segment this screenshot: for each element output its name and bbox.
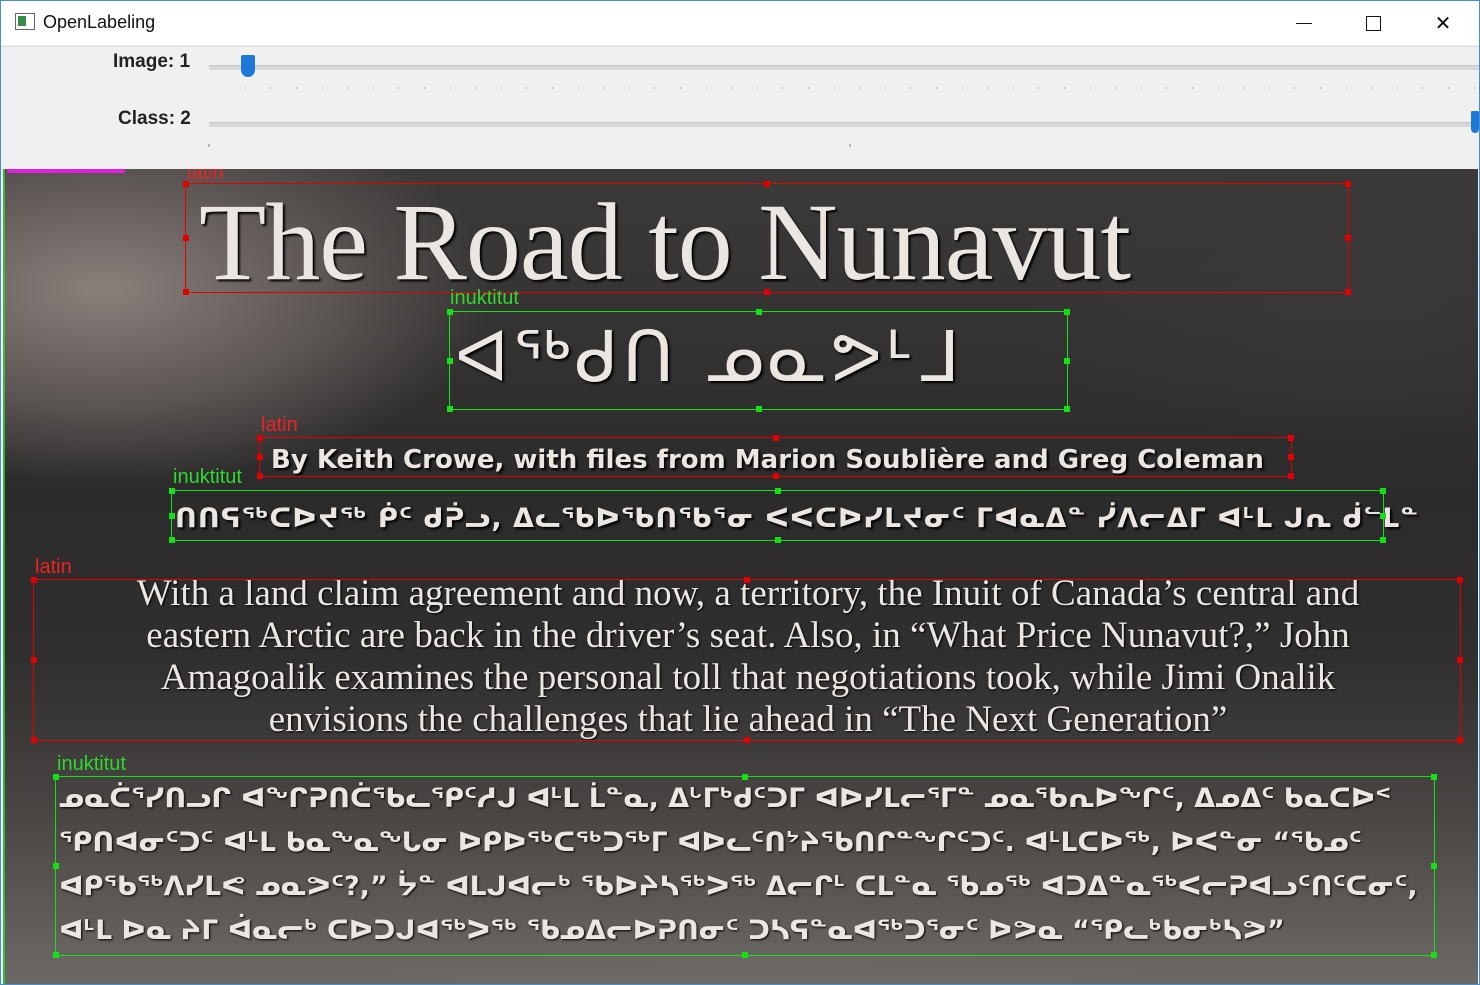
bbox-handle[interactable] [53,952,59,958]
bbox-handle[interactable] [1064,309,1070,315]
bbox-handle[interactable] [183,289,189,295]
close-icon: ✕ [1434,12,1452,35]
bbox-handle[interactable] [755,406,762,412]
bbox-handle[interactable] [447,309,453,315]
app-window: OpenLabeling ✕ Image: 1 Class: 2 The Roa… [0,0,1480,985]
bbox-handle[interactable] [764,181,770,187]
bbox-handle[interactable] [1380,537,1386,543]
bbox-handle[interactable] [772,473,779,479]
maximize-icon [1365,15,1381,31]
bbox-handle[interactable] [447,357,453,364]
minimize-icon [1296,22,1312,24]
bbox-handle[interactable] [257,454,263,460]
bbox-handle[interactable] [183,181,189,187]
bbox-inuktitut-paragraph[interactable] [53,774,1437,958]
bbox-latin-paragraph[interactable] [31,577,1463,743]
class-tick-start [208,144,210,147]
bbox-handle[interactable] [1431,863,1437,869]
bbox-handle[interactable] [53,774,59,780]
minimize-button[interactable] [1269,1,1339,45]
bbox-handle[interactable] [1457,657,1463,663]
bbox-class-label: inuktitut [173,466,242,488]
bbox-handle[interactable] [774,488,781,494]
window-title: OpenLabeling [43,12,156,32]
bbox-handle[interactable] [31,737,37,743]
class-tick-mid [849,144,851,147]
bbox-handle[interactable] [31,577,37,583]
bbox-handle[interactable] [1380,512,1386,519]
bbox-handle[interactable] [1064,357,1070,364]
title-bar: OpenLabeling ✕ [1,1,1479,45]
bbox-handle[interactable] [742,774,748,780]
close-button[interactable]: ✕ [1408,1,1478,45]
image-trackbar-ticks [245,87,1475,89]
bbox-latin-title[interactable] [183,181,1351,295]
image-trackbar[interactable] [209,65,1479,70]
bbox-handle[interactable] [1457,577,1463,583]
bbox-handle[interactable] [1457,737,1463,743]
bbox-handle[interactable] [774,537,781,543]
bbox-handle[interactable] [1288,435,1294,441]
bbox-handle[interactable] [31,657,37,663]
bbox-handle[interactable] [1345,235,1351,241]
bbox-handle[interactable] [772,435,779,441]
bbox-inuktitut-title[interactable] [447,309,1070,412]
bbox-class-label: latin [261,414,298,436]
bbox-handle[interactable] [1431,774,1437,780]
bbox-handle[interactable] [169,537,175,543]
class-trackbar[interactable] [209,122,1479,127]
trackbar-panel: Image: 1 Class: 2 [1,46,1479,169]
bbox-class-label: latin [187,169,224,184]
app-icon [15,13,35,30]
bbox-inuktitut-byline[interactable] [169,488,1386,543]
bbox-handle[interactable] [169,488,175,494]
bbox-handle[interactable] [742,952,748,958]
bbox-class-label: latin [35,556,72,578]
image-trackbar-label: Image: 1 [113,51,191,72]
bbox-handle[interactable] [1380,488,1386,494]
bbox-handle[interactable] [744,577,750,583]
bbox-handle[interactable] [1064,406,1070,412]
class-trackbar-thumb[interactable] [1471,111,1479,133]
bbox-handle[interactable] [1345,289,1351,295]
bbox-handle[interactable] [447,406,453,412]
bbox-class-label: inuktitut [57,753,126,775]
previous-box-edge [7,169,125,173]
bbox-handle[interactable] [1288,473,1294,479]
bbox-class-label: inuktitut [450,287,519,309]
bbox-handle[interactable] [1345,181,1351,187]
bbox-handle[interactable] [183,235,189,241]
bbox-handle[interactable] [1288,454,1294,460]
maximize-button[interactable] [1338,1,1408,45]
image-canvas[interactable]: The Road to Nunavut ᐊᖅᑯᑎ ᓄᓇᕗᒻᒧ By Keith … [3,169,1478,984]
bbox-handle[interactable] [755,309,762,315]
bbox-handle[interactable] [257,473,263,479]
bbox-handle[interactable] [764,289,770,295]
bbox-latin-byline[interactable] [257,435,1294,479]
canvas-left-edge [3,169,5,984]
bbox-handle[interactable] [169,512,175,519]
bbox-handle[interactable] [744,737,750,743]
image-trackbar-thumb[interactable] [241,55,255,77]
bbox-handle[interactable] [1431,952,1437,958]
bbox-handle[interactable] [257,435,263,441]
bbox-handle[interactable] [53,863,59,869]
class-trackbar-label: Class: 2 [118,108,191,129]
